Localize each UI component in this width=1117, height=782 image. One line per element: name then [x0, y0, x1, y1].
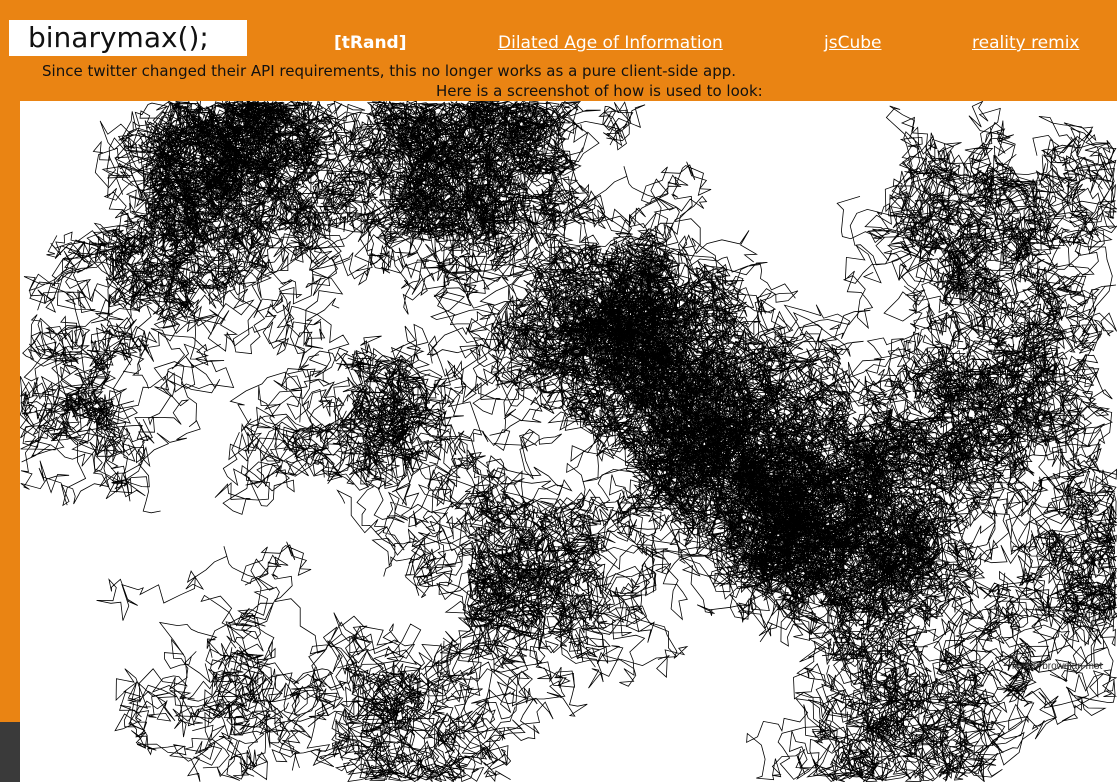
nav-link-jscube[interactable]: jsCube — [824, 33, 881, 53]
tweet-walk-screenshot: Twitter brownian mot — [20, 101, 1117, 782]
site-logo[interactable]: binarymax(); — [28, 21, 209, 55]
walk-path — [96, 541, 312, 658]
nav-link-reality-remix[interactable]: reality remix — [972, 33, 1080, 53]
brownian-walk-canvas — [20, 101, 1117, 782]
left-edge-strip — [0, 722, 20, 782]
nav-link-trand[interactable]: [tRand] — [334, 33, 407, 53]
screenshot-caption: Twitter brownian mot — [1010, 661, 1103, 672]
notice-line-1: Since twitter changed their API requirem… — [42, 62, 737, 80]
notice-line-2: Here is a screenshot of how is used to l… — [436, 82, 763, 100]
logo-box[interactable]: binarymax(); — [9, 20, 247, 56]
nav-link-dilated-age[interactable]: Dilated Age of Information — [498, 33, 723, 53]
walk-path — [234, 561, 347, 739]
page: binarymax(); [tRand] Dilated Age of Info… — [0, 0, 1117, 782]
